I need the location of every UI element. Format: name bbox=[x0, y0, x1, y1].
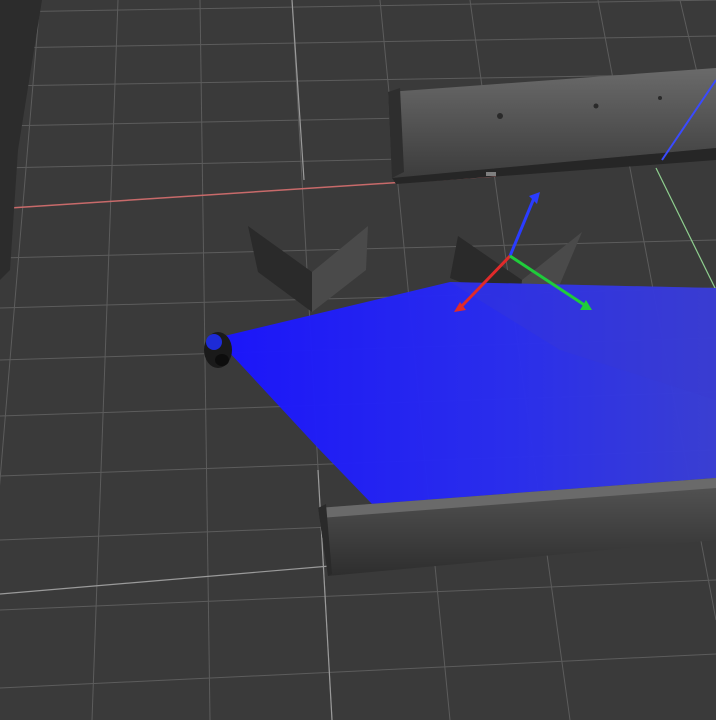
scene-canvas[interactable] bbox=[0, 0, 716, 720]
3d-viewport[interactable] bbox=[0, 0, 716, 720]
robot-sensor-icon[interactable] bbox=[204, 332, 232, 368]
